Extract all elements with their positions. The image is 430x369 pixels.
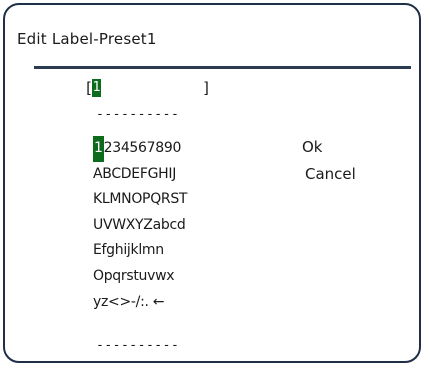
edit-label-dialog: Edit Label-Preset1 [ 1 ] ---------- 1234… xyxy=(3,3,421,363)
character-picker[interactable]: 1234567890 ABCDEFGHIJ KLMNOPQRST UVWXYZa… xyxy=(93,136,187,315)
separator-bottom: ---------- xyxy=(96,338,180,353)
field-cursor-char[interactable]: 1 xyxy=(92,79,101,97)
char-row-text[interactable]: 234567890 xyxy=(104,140,182,156)
field-right-bracket: ] xyxy=(202,79,212,97)
char-row-upper-u-lower-d[interactable]: UVWXYZabcd xyxy=(93,213,187,239)
dialog-title: Edit Label-Preset1 xyxy=(17,30,157,48)
ok-button[interactable]: Ok xyxy=(302,138,323,156)
title-divider xyxy=(34,66,411,69)
char-row-digits[interactable]: 1234567890 xyxy=(93,136,187,162)
selected-char[interactable]: 1 xyxy=(93,136,104,162)
char-row-symbols[interactable]: yz<>-/:. ← xyxy=(93,290,187,316)
char-row-upper-a-j[interactable]: ABCDEFGHIJ xyxy=(93,162,187,188)
separator-top: ---------- xyxy=(96,107,180,122)
cancel-button[interactable]: Cancel xyxy=(305,165,356,183)
char-row-lower-e-n[interactable]: Efghijklmn xyxy=(93,238,187,264)
char-row-upper-k-t[interactable]: KLMNOPQRST xyxy=(93,187,187,213)
char-row-lower-o-x[interactable]: Opqrstuvwx xyxy=(93,264,187,290)
